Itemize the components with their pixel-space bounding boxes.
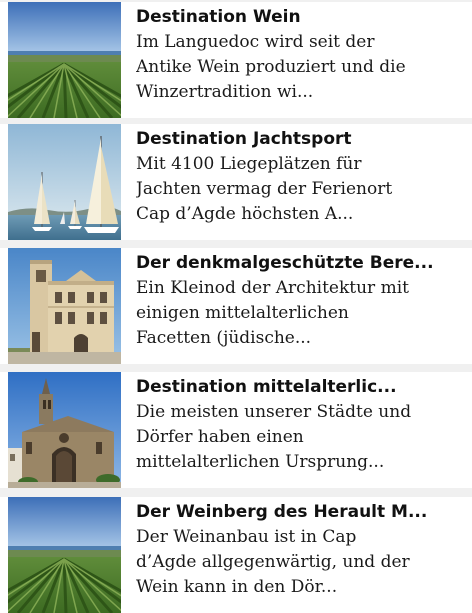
list-item-title: Destination Jachtsport — [136, 129, 352, 149]
list-item-description: Ein Kleinod der Architektur mit einigen … — [136, 278, 409, 348]
historic-building-image — [8, 248, 121, 364]
vineyard-image — [8, 497, 121, 613]
sailboats-image — [8, 124, 121, 240]
vineyard-image — [8, 2, 121, 118]
list-item-description: Im Languedoc wird seit der Antike Wein p… — [136, 32, 406, 102]
list-item-text: Destination Jachtsport Mit 4100 Liegeplä… — [136, 127, 472, 227]
list-item-description: Die meisten unserer Städte und Dörfer ha… — [136, 402, 412, 472]
list-item-destination-jachtsport[interactable]: Destination Jachtsport Mit 4100 Liegeplä… — [0, 124, 472, 240]
church-image — [8, 372, 121, 488]
list-item-denkmalgeschuetzte-bere[interactable]: Der denkmalgeschützte Bere... Ein Kleino… — [0, 248, 472, 364]
list-item-text: Destination Wein Im Languedoc wird seit … — [136, 5, 472, 105]
list-item-text: Destination mittelalterlic... Die meiste… — [136, 375, 472, 475]
list-item-description: Der Weinanbau ist in Cap d’Agde allgegen… — [136, 527, 410, 597]
list-item-weinberg-herault[interactable]: Der Weinberg des Herault M... Der Weinan… — [0, 497, 472, 613]
list-item-title: Der Weinberg des Herault M... — [136, 502, 428, 522]
list-item-text: Der Weinberg des Herault M... Der Weinan… — [136, 500, 472, 600]
list-item-description: Mit 4100 Liegeplätzen für Jachten vermag… — [136, 154, 393, 224]
list-item-title: Der denkmalgeschützte Bere... — [136, 253, 434, 273]
list-item-text: Der denkmalgeschützte Bere... Ein Kleino… — [136, 251, 472, 351]
list-item-destination-mittelalterlic[interactable]: Destination mittelalterlic... Die meiste… — [0, 372, 472, 488]
list-item-title: Destination mittelalterlic... — [136, 377, 397, 397]
destination-list: Destination Wein Im Languedoc wird seit … — [0, 0, 472, 613]
list-item-title: Destination Wein — [136, 7, 301, 27]
list-item-destination-wein[interactable]: Destination Wein Im Languedoc wird seit … — [0, 2, 472, 118]
